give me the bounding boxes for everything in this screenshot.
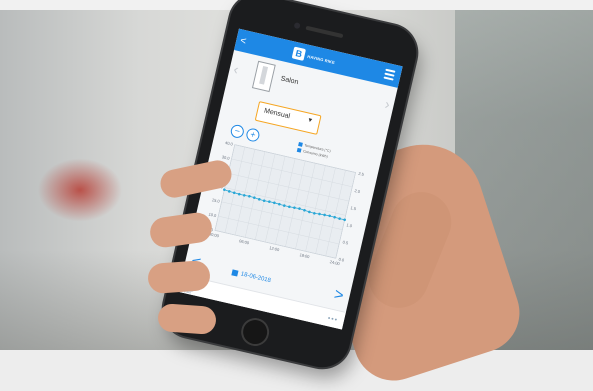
x-tick-label: 06:00 bbox=[239, 238, 251, 245]
y-tick-label-left: 15.0 bbox=[211, 197, 220, 204]
y-tick-label-right: 2.5 bbox=[358, 171, 365, 177]
y-tick-label-right: 2.0 bbox=[354, 188, 361, 194]
calendar-icon bbox=[231, 269, 239, 277]
y-tick-label-right: 1.0 bbox=[346, 222, 353, 228]
home-button[interactable] bbox=[238, 315, 272, 349]
app-brand-name: HAVING RIKE bbox=[307, 53, 336, 65]
hand-finger bbox=[157, 303, 217, 335]
y-tick-label-right: 1.5 bbox=[350, 205, 357, 211]
earpiece-speaker bbox=[305, 25, 344, 39]
y-tick-label-left: 10.0 bbox=[208, 211, 217, 218]
period-dropdown[interactable]: Mensual ▼ bbox=[254, 101, 322, 135]
x-tick-label: 18:00 bbox=[299, 252, 311, 259]
chevron-down-icon: ▼ bbox=[306, 117, 314, 125]
next-date-button[interactable]: > bbox=[332, 286, 345, 306]
y-tick-label-left: 30.0 bbox=[221, 154, 230, 161]
x-tick-label: 24:00 bbox=[329, 259, 341, 266]
room-door-icon bbox=[251, 60, 276, 93]
app-logo-icon: B bbox=[291, 46, 307, 61]
hamburger-menu-icon[interactable] bbox=[383, 67, 396, 83]
current-date: 18-06-2018 bbox=[240, 271, 272, 285]
period-dropdown-value: Mensual bbox=[263, 107, 291, 121]
date-picker[interactable]: 18-06-2018 bbox=[231, 269, 271, 284]
front-camera-icon bbox=[293, 22, 301, 30]
x-tick-label: 12:00 bbox=[269, 245, 281, 252]
hand-finger bbox=[147, 259, 211, 295]
back-button[interactable]: < bbox=[235, 34, 251, 48]
previous-room-button[interactable]: ‹ bbox=[232, 61, 240, 78]
y-tick-label-right: 0.5 bbox=[342, 239, 349, 245]
room-name: Salon bbox=[279, 75, 299, 87]
more-options-icon[interactable]: ••• bbox=[327, 315, 339, 324]
legend-swatch bbox=[298, 142, 303, 147]
y-tick-label-left: 40.0 bbox=[225, 140, 234, 147]
next-room-button[interactable]: › bbox=[383, 96, 391, 113]
